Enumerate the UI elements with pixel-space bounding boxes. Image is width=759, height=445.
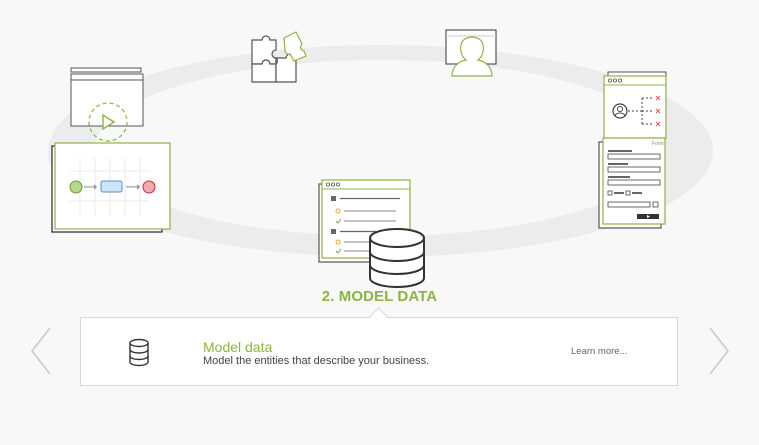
database-icon[interactable] xyxy=(316,178,431,292)
process-flow-icon[interactable] xyxy=(50,66,175,236)
chevron-right-icon[interactable] xyxy=(708,326,730,376)
step-info-panel: Model data Model the entities that descr… xyxy=(80,317,678,386)
chevron-left-icon[interactable] xyxy=(30,326,52,376)
form-icon[interactable]: Form xyxy=(597,136,669,231)
form-icon-title: Form xyxy=(652,141,664,147)
learn-more-link[interactable]: Learn more... xyxy=(571,346,628,357)
database-icon xyxy=(129,338,149,367)
step-info-title: Model data xyxy=(203,339,273,355)
permissions-tree-icon[interactable] xyxy=(602,70,672,140)
active-step-label: 2. MODEL DATA xyxy=(321,288,438,305)
user-monitor-icon[interactable] xyxy=(444,28,500,80)
step-info-description: Model the entities that describe your bu… xyxy=(203,355,430,367)
puzzle-icon[interactable] xyxy=(250,30,308,85)
